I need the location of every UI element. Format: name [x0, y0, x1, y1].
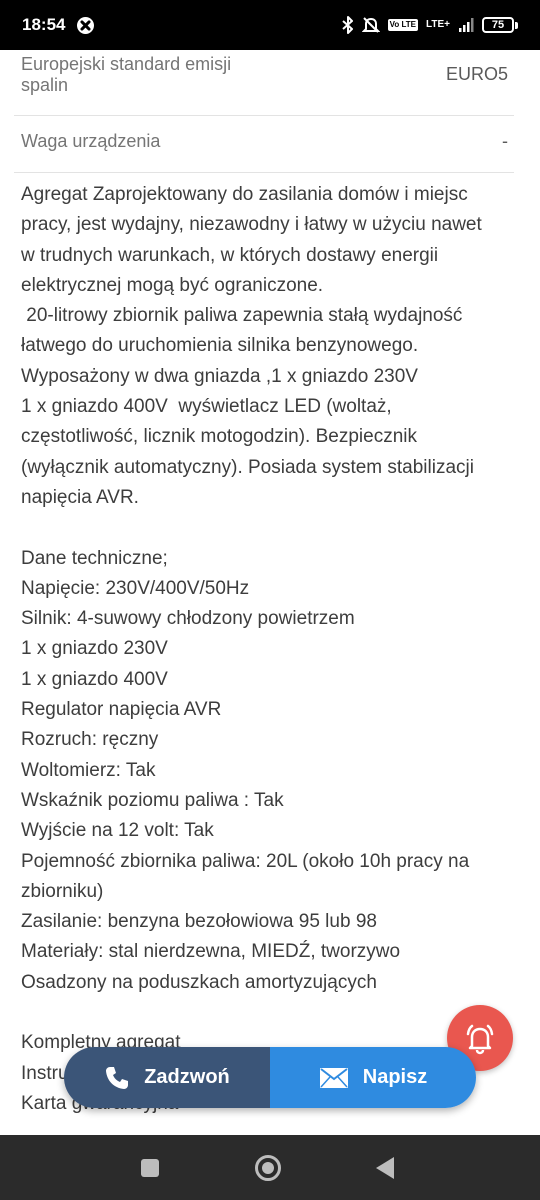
- write-button[interactable]: Napisz: [270, 1047, 476, 1108]
- description-line: Pojemność zbiornika paliwa: 20L (około 1…: [21, 850, 470, 872]
- signal-icon: [459, 18, 474, 32]
- description-line: Regulator napięcia AVR: [21, 699, 222, 721]
- product-details[interactable]: Europejski standard emisji spalin EURO5 …: [0, 50, 540, 1135]
- home-icon[interactable]: [255, 1155, 281, 1181]
- description-line: Zasilanie: benzyna bezołowiowa 95 lub 98: [21, 911, 377, 933]
- back-icon[interactable]: [376, 1157, 394, 1179]
- xbox-icon: [77, 16, 95, 34]
- battery-level: 75: [482, 17, 514, 33]
- status-icons: Vo LTE LTE+ 75: [341, 16, 518, 34]
- bell-icon: [466, 1024, 494, 1055]
- description-line: Napięcie: 230V/400V/50Hz: [21, 577, 250, 599]
- description-line: napięcia AVR.: [21, 486, 139, 508]
- network-label: LTE+: [426, 19, 450, 30]
- call-label: Zadzwoń: [144, 1066, 230, 1088]
- product-description: Agregat Zaprojektowany do zasilania domó…: [21, 180, 526, 1119]
- description-line: Dane techniczne;: [21, 547, 168, 569]
- spec-row-weight: Waga urządzenia -: [14, 116, 514, 173]
- contact-action-bar: Zadzwoń Napisz: [64, 1047, 476, 1108]
- description-line: 1 x gniazdo 230V: [21, 638, 168, 660]
- description-line: pracy, jest wydajny, niezawodny i łatwy …: [21, 214, 482, 236]
- description-line: Woltomierz: Tak: [21, 759, 156, 781]
- call-button[interactable]: Zadzwoń: [64, 1047, 270, 1108]
- description-line: łatwego do uruchomienia silnika benzynow…: [21, 335, 419, 357]
- description-line: Agregat Zaprojektowany do zasilania domó…: [21, 184, 468, 205]
- phone-icon: [106, 1066, 129, 1089]
- description-line: Osadzony na poduszkach amortyzujących: [21, 971, 377, 993]
- volte-badge: Vo LTE: [387, 19, 419, 31]
- description-line: Wyposażony w dwa gniazda ,1 x gniazdo 23…: [21, 365, 418, 387]
- mail-icon: [319, 1067, 348, 1088]
- spec-value: -: [502, 131, 508, 151]
- status-time: 18:54: [22, 15, 66, 34]
- battery-icon: 75: [482, 17, 518, 33]
- description-line: zbiorniku): [21, 880, 104, 902]
- description-line: 20-litrowy zbiornik paliwa zapewnia stał…: [21, 305, 463, 327]
- description-line: elektrycznej mogą być ograniczone.: [21, 274, 324, 296]
- description-line: 1 x gniazdo 400V wyświetlacz LED (woltaż…: [21, 396, 392, 418]
- description-line: Wskaźnik poziomu paliwa : Tak: [21, 789, 284, 811]
- system-nav-bar: [0, 1135, 540, 1200]
- write-label: Napisz: [362, 1066, 428, 1088]
- description-line: 1 x gniazdo 400V: [21, 668, 168, 690]
- spec-value: EURO5: [445, 64, 508, 84]
- description-line: [21, 513, 526, 543]
- description-line: Wyjście na 12 volt: Tak: [21, 820, 214, 842]
- recent-apps-icon[interactable]: [141, 1159, 159, 1177]
- spec-row-emission: Europejski standard emisji spalin EURO5: [14, 50, 514, 116]
- description-line: w trudnych warunkach, w których dostawy …: [21, 244, 439, 266]
- mute-icon: [361, 17, 380, 33]
- status-bar: 18:54 Vo LTE LTE+ 75: [0, 0, 540, 50]
- description-line: Rozruch: ręczny: [21, 729, 159, 751]
- spec-label: Europejski standard emisji spalin: [21, 54, 232, 95]
- description-line: (wyłącznik automatyczny). Posiada system…: [21, 456, 474, 478]
- description-line: Silnik: 4-suwowy chłodzony powietrzem: [21, 608, 355, 630]
- bluetooth-icon: [341, 16, 353, 34]
- description-line: Materiały: stal nierdzewna, MIEDŹ, tworz…: [21, 941, 401, 963]
- spec-label: Waga urządzenia: [21, 131, 161, 151]
- description-line: częstotliwość, licznik motogodzin). Bezp…: [21, 426, 417, 448]
